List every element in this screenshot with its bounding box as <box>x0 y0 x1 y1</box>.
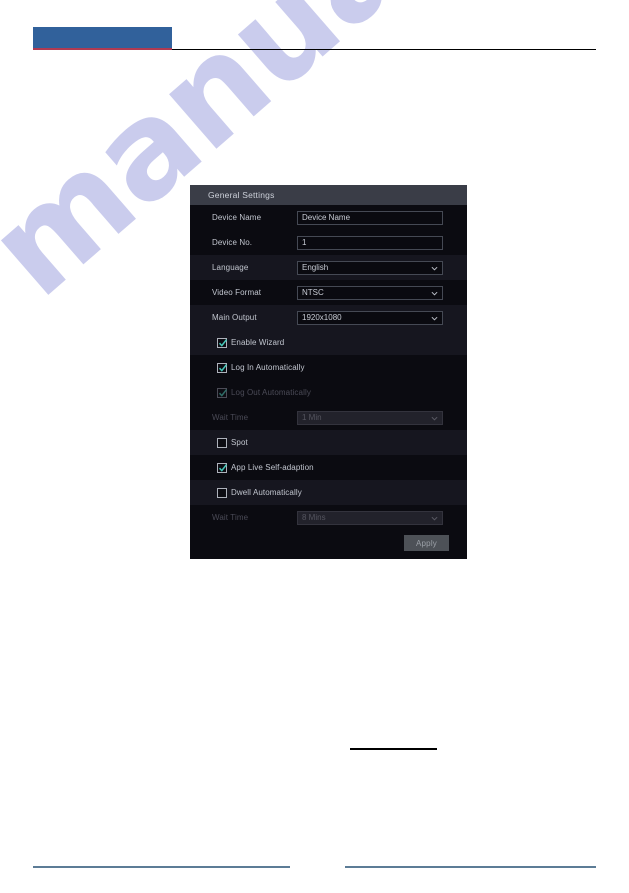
label-log-in-automatically: Log In Automatically <box>231 363 305 372</box>
device-no-input[interactable]: 1 <box>297 235 443 250</box>
checkbox-log-in-automatically[interactable] <box>217 362 228 373</box>
video-format-select[interactable]: NTSC <box>297 285 443 300</box>
footer-rule-right <box>345 866 596 868</box>
label-app-live-self-adaption: App Live Self-adaption <box>231 463 314 472</box>
wait-time-logout-value: 1 Min <box>302 413 322 422</box>
chevron-down-icon <box>431 265 438 272</box>
row-log-in-automatically[interactable]: Log In Automatically <box>190 355 467 380</box>
row-wait-time-logout: Wait Time 1 Min <box>190 405 467 430</box>
header-red-rule <box>33 48 172 50</box>
label-language: Language <box>212 263 249 272</box>
language-value: English <box>302 263 329 272</box>
language-select[interactable]: English <box>297 260 443 275</box>
row-log-out-automatically: Log Out Automatically <box>190 380 467 405</box>
dialog-footer: Apply <box>404 535 449 551</box>
row-language: Language English <box>190 255 467 280</box>
document-page: manualshive.com General Settings Device … <box>0 0 629 893</box>
label-spot: Spot <box>231 438 248 447</box>
chevron-down-icon <box>431 415 438 422</box>
wait-time-logout-select: 1 Min <box>297 410 443 425</box>
general-settings-dialog: General Settings Device Name Device Name… <box>190 185 467 559</box>
row-enable-wizard[interactable]: Enable Wizard <box>190 330 467 355</box>
row-main-output: Main Output 1920x1080 <box>190 305 467 330</box>
label-dwell-automatically: Dwell Automatically <box>231 488 302 497</box>
main-output-select[interactable]: 1920x1080 <box>297 310 443 325</box>
chevron-down-icon <box>431 290 438 297</box>
dialog-title: General Settings <box>208 190 275 200</box>
wait-time-dwell-value: 8 Mins <box>302 513 326 522</box>
device-name-input[interactable]: Device Name <box>297 210 443 225</box>
device-no-value: 1 <box>302 238 307 247</box>
checkbox-enable-wizard[interactable] <box>217 337 228 348</box>
checkbox-spot[interactable] <box>217 437 227 448</box>
mid-page-rule <box>350 748 437 750</box>
row-app-live-self-adaption[interactable]: App Live Self-adaption <box>190 455 467 480</box>
header-color-band <box>33 27 172 48</box>
label-main-output: Main Output <box>212 313 257 322</box>
label-enable-wizard: Enable Wizard <box>231 338 285 347</box>
row-device-no: Device No. 1 <box>190 230 467 255</box>
device-name-value: Device Name <box>302 213 351 222</box>
dialog-titlebar: General Settings <box>190 185 467 205</box>
label-wait-time-dwell: Wait Time <box>212 513 249 522</box>
row-dwell-automatically[interactable]: Dwell Automatically <box>190 480 467 505</box>
row-video-format: Video Format NTSC <box>190 280 467 305</box>
label-device-no: Device No. <box>212 238 253 247</box>
footer-rule-left <box>33 866 290 868</box>
chevron-down-icon <box>431 515 438 522</box>
dialog-body: Device Name Device Name Device No. 1 Lan… <box>190 205 467 559</box>
checkbox-app-live-self-adaption[interactable] <box>217 462 228 473</box>
video-format-value: NTSC <box>302 288 324 297</box>
row-wait-time-dwell: Wait Time 8 Mins <box>190 505 467 530</box>
checkbox-log-out-automatically <box>217 387 228 398</box>
row-spot[interactable]: Spot <box>190 430 467 455</box>
row-device-name: Device Name Device Name <box>190 205 467 230</box>
wait-time-dwell-select: 8 Mins <box>297 510 443 525</box>
apply-button[interactable]: Apply <box>404 535 449 551</box>
label-wait-time-logout: Wait Time <box>212 413 249 422</box>
label-log-out-automatically: Log Out Automatically <box>231 388 311 397</box>
label-video-format: Video Format <box>212 288 262 297</box>
label-device-name: Device Name <box>212 213 262 222</box>
chevron-down-icon <box>431 315 438 322</box>
main-output-value: 1920x1080 <box>302 313 342 322</box>
checkbox-dwell-automatically[interactable] <box>217 487 227 498</box>
